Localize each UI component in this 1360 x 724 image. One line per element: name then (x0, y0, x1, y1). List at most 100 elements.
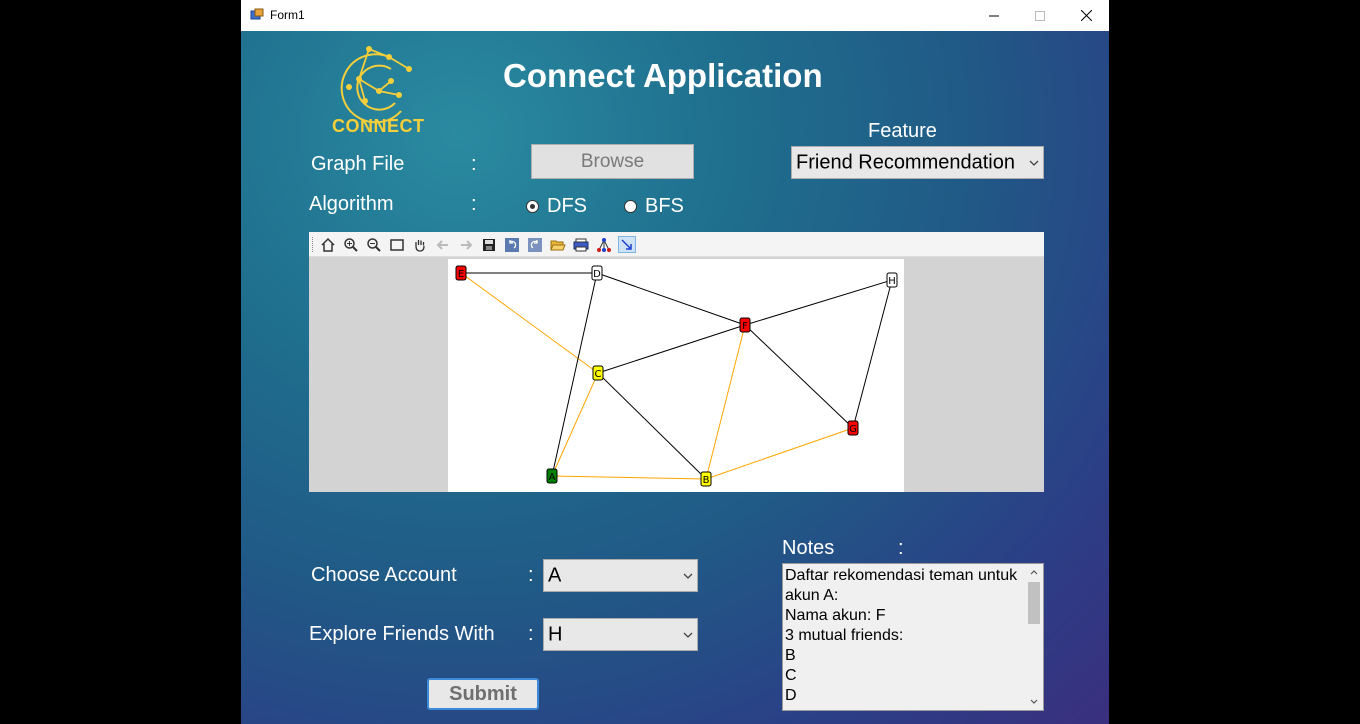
explore-friends-dropdown[interactable]: H (543, 618, 698, 651)
graph-node-label: H (888, 276, 896, 287)
toolbar-grip[interactable] (312, 237, 314, 252)
layout-icon[interactable] (595, 236, 613, 253)
graph-file-colon: : (471, 153, 477, 175)
feature-dropdown[interactable]: Friend Recommendation (791, 146, 1044, 179)
graph-node-label: A (549, 472, 556, 483)
graph-edge-D-F[interactable] (596, 272, 746, 326)
graph-edge-E-C[interactable] (460, 272, 599, 374)
graph-node-D[interactable]: D (591, 265, 603, 281)
graph-edge-B-G[interactable] (705, 427, 854, 480)
minimize-icon (989, 15, 999, 16)
graph-node-A[interactable]: A (546, 468, 558, 484)
explore-friends-value: H (548, 623, 563, 645)
choose-account-colon: : (528, 564, 534, 586)
graph-node-E[interactable]: E (455, 265, 467, 281)
explore-friends-colon: : (528, 623, 534, 645)
graph-edge-H-G[interactable] (852, 279, 893, 429)
graph-canvas[interactable]: E D H F C G A B (448, 259, 904, 492)
zoom-out-icon[interactable] (365, 236, 383, 253)
pan-hand-icon[interactable] (411, 236, 429, 253)
chevron-down-icon (1029, 160, 1039, 166)
notes-line: B (785, 647, 796, 664)
graph-edge-C-A[interactable] (551, 372, 599, 477)
zoom-window-icon[interactable] (388, 236, 406, 253)
graph-file-label: Graph File (311, 153, 405, 175)
notes-label: Notes (782, 537, 835, 559)
zoom-in-icon[interactable] (342, 236, 360, 253)
feature-label: Feature (868, 120, 937, 142)
notes-colon: : (898, 537, 904, 559)
radio-bfs-label: BFS (645, 195, 684, 217)
open-folder-icon[interactable] (549, 236, 567, 253)
notes-line: Nama akun: F (785, 607, 886, 624)
graph-node-H[interactable]: H (886, 272, 898, 288)
graph-node-F[interactable]: F (739, 317, 751, 333)
logo-text: CONNECT (332, 116, 425, 136)
graph-node-label: G (849, 424, 857, 435)
graph-node-label: D (593, 269, 601, 280)
scrollbar-thumb[interactable] (1028, 582, 1040, 624)
submit-button[interactable]: Submit (427, 678, 539, 710)
graph-node-label: E (458, 269, 464, 280)
chevron-down-icon (683, 632, 693, 638)
radio-dfs[interactable]: DFS (526, 195, 587, 218)
graph-edge-F-G[interactable] (744, 324, 854, 429)
graph-edge-D-A[interactable] (551, 272, 598, 477)
algorithm-colon: : (471, 193, 477, 215)
notes-line: akun A: (785, 587, 839, 604)
notes-line: D (785, 687, 797, 704)
explore-friends-label: Explore Friends With (309, 623, 495, 645)
print-icon[interactable] (572, 236, 590, 253)
notes-textbox[interactable]: Daftar rekomendasi teman untuk akun A: N… (782, 563, 1044, 711)
notes-content: Daftar rekomendasi teman untuk akun A: N… (785, 566, 1023, 706)
graph-edge-F-H[interactable] (744, 279, 893, 326)
graph-toolbar (309, 232, 1044, 257)
form-client-area: CONNECT Connect Application Graph File :… (241, 31, 1109, 724)
app-window: Form1 CONNECT Connect Application Graph … (241, 0, 1109, 724)
choose-account-label: Choose Account (311, 564, 457, 586)
graph-edge-F-C[interactable] (597, 324, 746, 374)
title-bar: Form1 (241, 0, 1109, 31)
save-icon[interactable] (480, 236, 498, 253)
graph-node-G[interactable]: G (847, 420, 859, 436)
notes-line: Daftar rekomendasi teman untuk (785, 567, 1018, 584)
edge-tool-icon[interactable] (618, 236, 636, 253)
choose-account-dropdown[interactable]: A (543, 559, 698, 592)
algorithm-label: Algorithm (309, 193, 394, 215)
radio-bfs[interactable]: BFS (624, 195, 684, 218)
feature-selected-value: Friend Recommendation (796, 151, 1015, 173)
close-button[interactable] (1063, 0, 1109, 31)
window-title: Form1 (270, 8, 305, 22)
page-title: Connect Application (503, 57, 823, 94)
radio-bfs-indicator (624, 200, 637, 213)
graph-node-label: C (595, 369, 602, 380)
home-icon[interactable] (319, 236, 337, 253)
notes-line: 3 mutual friends: (785, 627, 904, 644)
graph-node-label: B (703, 475, 710, 486)
close-icon (1080, 10, 1092, 21)
browse-button[interactable]: Browse (531, 144, 694, 179)
minimize-button[interactable] (971, 0, 1017, 31)
notes-line: C (785, 667, 797, 684)
choose-account-value: A (548, 564, 562, 586)
scroll-down-icon[interactable] (1025, 694, 1043, 710)
graph-viewer[interactable]: E D H F C G A B (309, 232, 1044, 492)
notes-scrollbar[interactable] (1025, 564, 1043, 710)
back-arrow-icon[interactable] (434, 236, 452, 253)
chevron-down-icon (683, 573, 693, 579)
graph-edge-F-B[interactable] (705, 324, 746, 480)
graph-node-B[interactable]: B (700, 471, 712, 487)
forward-arrow-icon[interactable] (457, 236, 475, 253)
app-icon (250, 8, 264, 20)
radio-dfs-indicator (526, 200, 539, 213)
maximize-icon (1035, 10, 1045, 21)
graph-node-C[interactable]: C (592, 365, 604, 381)
scroll-up-icon[interactable] (1025, 564, 1043, 580)
graph-edge-C-B[interactable] (597, 372, 707, 480)
undo-icon[interactable] (503, 236, 521, 253)
graph-edge-A-B[interactable] (551, 475, 707, 480)
redo-icon[interactable] (526, 236, 544, 253)
radio-dfs-label: DFS (547, 195, 587, 217)
maximize-button[interactable] (1017, 0, 1063, 31)
graph-node-label: F (742, 321, 748, 332)
